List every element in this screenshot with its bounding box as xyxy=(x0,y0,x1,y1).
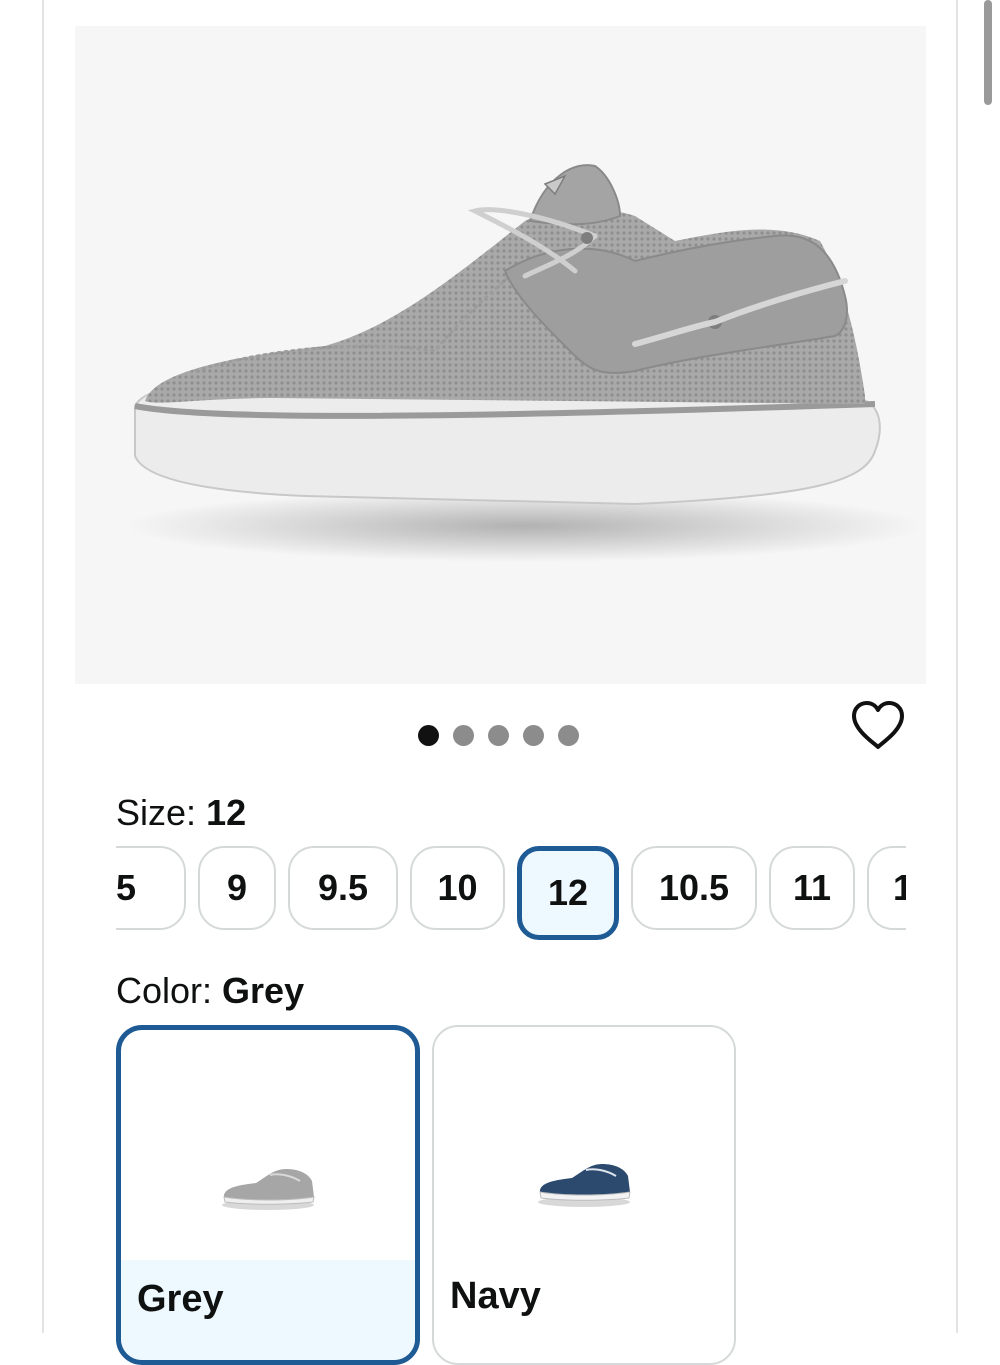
size-option[interactable]: 10.5 xyxy=(631,846,757,930)
size-option[interactable]: 8.5 xyxy=(116,846,186,930)
size-option[interactable]: 9.5 xyxy=(288,846,398,930)
size-option[interactable]: 9 xyxy=(198,846,276,930)
size-option[interactable]: 11 xyxy=(769,846,855,930)
color-selector: Grey Navy xyxy=(116,1025,736,1365)
color-option-label: Grey xyxy=(137,1278,224,1320)
navy-shoe-thumbnail xyxy=(434,1127,734,1237)
grey-shoe-image xyxy=(222,1169,315,1210)
carousel-dot-1[interactable] xyxy=(418,724,439,746)
grey-boat-shoe-image xyxy=(125,164,925,562)
grey-shoe-thumbnail xyxy=(121,1130,415,1240)
size-selector[interactable]: 8.5 9 9.5 10 12 10.5 11 11.5 xyxy=(116,846,906,946)
size-label: Size: xyxy=(116,792,197,833)
navy-shoe-image xyxy=(538,1164,631,1207)
favorite-button[interactable] xyxy=(850,700,906,752)
size-label-line: Size: 12 xyxy=(116,792,246,834)
selected-color-value: Grey xyxy=(222,970,305,1011)
color-label: Color: xyxy=(116,970,213,1011)
carousel-dot-4[interactable] xyxy=(523,724,544,746)
size-option[interactable]: 10 xyxy=(410,846,505,930)
product-hero-image[interactable] xyxy=(75,26,926,684)
carousel-dots xyxy=(418,724,579,746)
carousel-dot-5[interactable] xyxy=(558,724,579,746)
color-option-label: Navy xyxy=(450,1275,541,1317)
color-option-navy[interactable]: Navy xyxy=(432,1025,736,1365)
page-scrollbar[interactable] xyxy=(984,0,992,105)
color-label-line: Color: Grey xyxy=(116,970,304,1012)
heart-icon xyxy=(852,701,904,749)
size-option-selected[interactable]: 12 xyxy=(517,846,619,940)
selected-size-value: 12 xyxy=(206,792,247,833)
carousel-dot-2[interactable] xyxy=(453,724,474,746)
color-option-grey[interactable]: Grey xyxy=(116,1025,420,1365)
size-option[interactable]: 11.5 xyxy=(867,846,906,930)
carousel-dot-3[interactable] xyxy=(488,724,509,746)
